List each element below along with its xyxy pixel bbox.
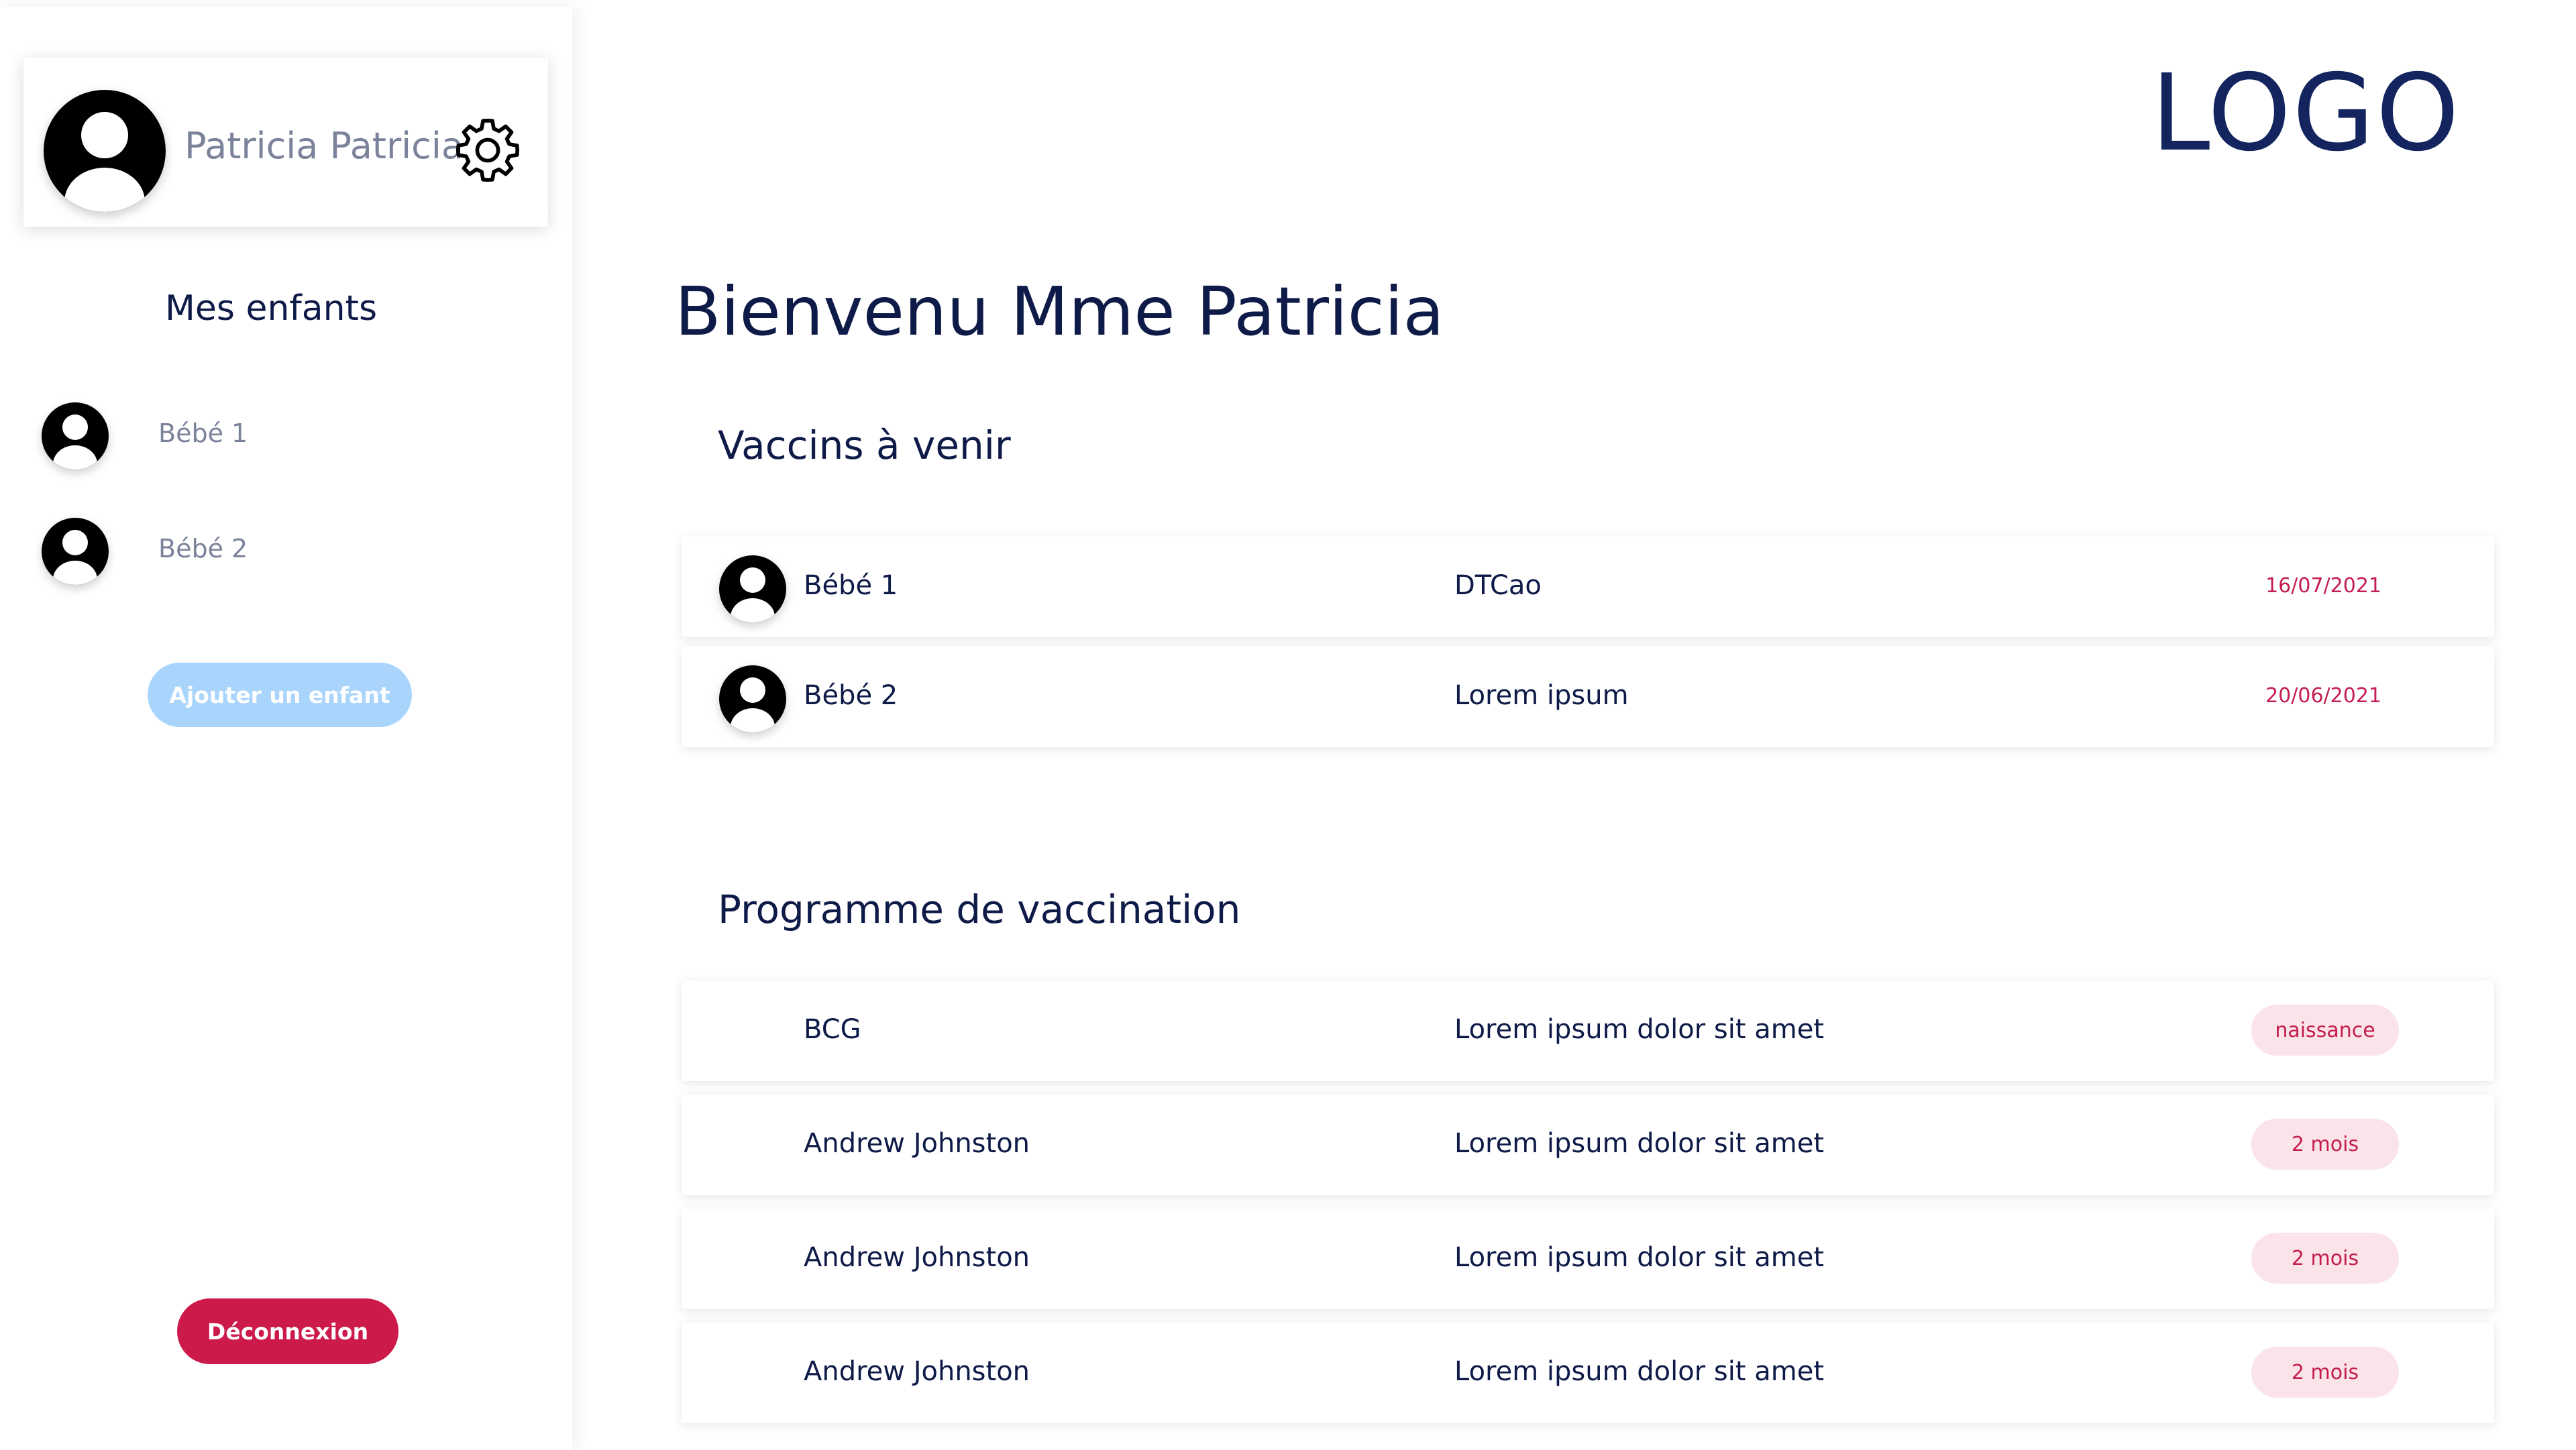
age-badge: naissance xyxy=(2251,1005,2399,1056)
child-label: Bébé 2 xyxy=(158,534,248,563)
user-avatar-icon xyxy=(42,518,109,585)
age-badge: 2 mois xyxy=(2251,1233,2399,1284)
vaccine-name: DTCao xyxy=(1454,570,1542,601)
vaccine-date: 20/06/2021 xyxy=(2265,684,2381,708)
vaccine-name: BCG xyxy=(804,1014,861,1045)
vaccination-program-title: Programme de vaccination xyxy=(718,887,1241,932)
program-row[interactable]: Andrew Johnston Lorem ipsum dolor sit am… xyxy=(682,1323,2494,1423)
age-badge: 2 mois xyxy=(2251,1347,2399,1398)
vaccine-description: Lorem ipsum dolor sit amet xyxy=(1454,1128,1825,1159)
sidebar-item-child-2[interactable]: Bébé 2 xyxy=(42,518,511,592)
vaccine-description: Lorem ipsum dolor sit amet xyxy=(1454,1014,1825,1045)
vaccine-description: Lorem ipsum dolor sit amet xyxy=(1454,1356,1825,1387)
child-name: Bébé 1 xyxy=(804,570,898,601)
vaccine-name: Andrew Johnston xyxy=(804,1356,1030,1387)
logo: LOGO xyxy=(2151,52,2461,175)
user-avatar-icon xyxy=(719,665,786,732)
profile-card: Patricia Patricia xyxy=(23,58,548,227)
user-avatar-icon[interactable] xyxy=(44,90,166,212)
vaccine-date: 16/07/2021 xyxy=(2265,574,2381,598)
vaccine-name: Lorem ipsum xyxy=(1454,680,1629,711)
age-badge: 2 mois xyxy=(2251,1119,2399,1170)
add-child-button[interactable]: Ajouter un enfant xyxy=(148,663,412,727)
program-row[interactable]: Andrew Johnston Lorem ipsum dolor sit am… xyxy=(682,1209,2494,1309)
program-row[interactable]: BCG Lorem ipsum dolor sit amet naissance xyxy=(682,981,2494,1081)
child-label: Bébé 1 xyxy=(158,419,248,448)
sidebar: Patricia Patricia Mes enfants Bébé 1 Béb… xyxy=(0,7,572,1450)
children-section-title: Mes enfants xyxy=(165,288,378,329)
page-title: Bienvenu Mme Patricia xyxy=(675,272,1444,351)
profile-name: Patricia Patricia xyxy=(184,125,464,167)
vaccine-name: Andrew Johnston xyxy=(804,1242,1030,1273)
upcoming-vaccines-title: Vaccins à venir xyxy=(718,423,1011,468)
vaccine-name: Andrew Johnston xyxy=(804,1128,1030,1159)
upcoming-vaccine-row[interactable]: Bébé 2 Lorem ipsum 20/06/2021 xyxy=(682,647,2494,747)
child-name: Bébé 2 xyxy=(804,680,898,711)
gear-icon[interactable] xyxy=(453,115,523,185)
logout-button[interactable]: Déconnexion xyxy=(177,1298,398,1364)
user-avatar-icon xyxy=(719,555,786,622)
upcoming-vaccine-row[interactable]: Bébé 1 DTCao 16/07/2021 xyxy=(682,537,2494,637)
program-row[interactable]: Andrew Johnston Lorem ipsum dolor sit am… xyxy=(682,1095,2494,1195)
sidebar-item-child-1[interactable]: Bébé 1 xyxy=(42,402,511,476)
vaccine-description: Lorem ipsum dolor sit amet xyxy=(1454,1242,1825,1273)
user-avatar-icon xyxy=(42,402,109,469)
